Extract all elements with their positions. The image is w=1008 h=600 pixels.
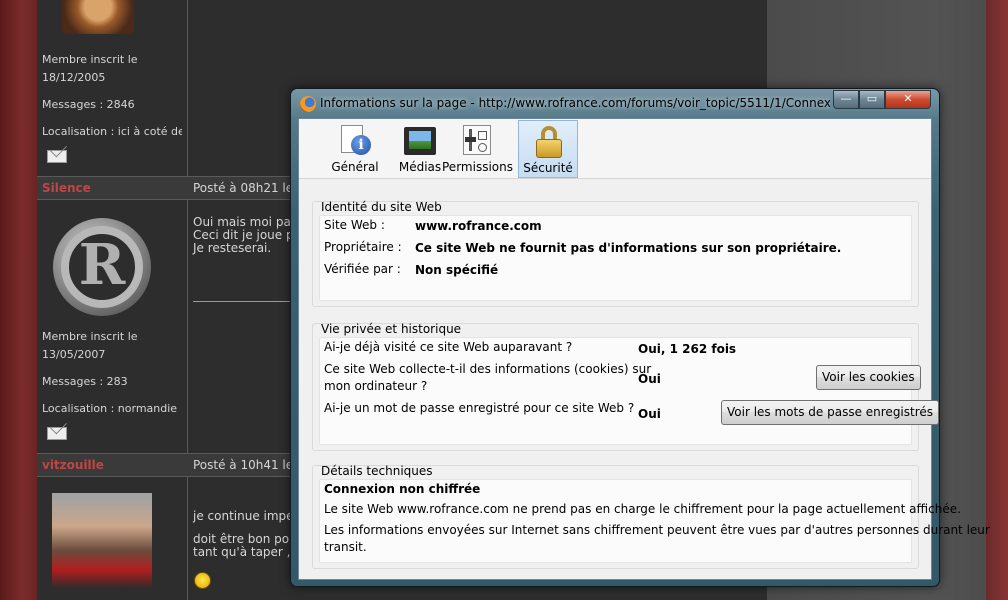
cookies-question: Ce site Web collecte-t-il des informatio… (324, 362, 652, 376)
verified-value: Non spécifié (415, 263, 499, 277)
site-label: Site Web : (324, 218, 385, 232)
tab-permissions[interactable]: Permissions (442, 120, 513, 178)
technical-group: Détails techniques Connexion non chiffré… (312, 464, 990, 569)
member-since-date: 18/12/2005 (42, 71, 106, 84)
tab-label: Sécurité (523, 161, 573, 175)
group-title: Détails techniques (321, 464, 433, 478)
mail-icon[interactable] (47, 150, 67, 163)
dialog-client-area: i Général Médias Permissions Sécurité Id… (298, 118, 990, 580)
post-body-line: tant qu'à taper , (193, 545, 291, 559)
avatar (62, 0, 134, 34)
member-since-label: Membre inscrit le (42, 53, 138, 66)
visited-question: Ai-je déjà visité ce site Web auparavant… (324, 340, 573, 354)
close-button[interactable]: ✕ (885, 90, 931, 109)
tab-label: Général (331, 160, 379, 174)
avatar: R (53, 218, 151, 316)
tab-general[interactable]: i Général (322, 120, 388, 178)
password-question: Ai-je un mot de passe enregistré pour ce… (324, 401, 635, 415)
password-answer: Oui (638, 407, 661, 421)
post-date: Posté à 08h21 le (193, 181, 294, 195)
column-divider (187, 0, 188, 600)
transit-note-cont: transit. (324, 540, 367, 554)
owner-value: Ce site Web ne fournit pas d'information… (415, 241, 842, 255)
maximize-button[interactable]: ▭ (859, 90, 885, 109)
owner-label: Propriétaire : (324, 240, 402, 254)
encryption-note: Le site Web www.rofrance.com ne prend pa… (324, 502, 961, 516)
cookies-answer: Oui (638, 372, 661, 386)
location: Localisation : normandie (42, 402, 178, 415)
post-date: Posté à 10h41 le (193, 458, 294, 472)
post-author[interactable]: Silence (42, 181, 91, 195)
avatar (52, 493, 152, 589)
info-icon: i (339, 125, 371, 157)
tab-label: Permissions (442, 160, 513, 174)
group-title: Identité du site Web (321, 200, 442, 214)
view-passwords-button[interactable]: Voir les mots de passe enregistrés (721, 400, 940, 425)
cookies-question-cont: mon ordinateur ? (324, 379, 428, 393)
member-since-label: Membre inscrit le (42, 330, 138, 343)
site-value: www.rofrance.com (415, 219, 542, 233)
minimize-button[interactable]: — (833, 90, 859, 109)
page-info-window: Informations sur la page - http://www.ro… (290, 88, 990, 587)
identity-group: Identité du site Web Site Web : www.rofr… (312, 200, 919, 307)
tab-security[interactable]: Sécurité (518, 120, 578, 178)
tab-toolbar: i Général Médias Permissions Sécurité (299, 119, 931, 179)
window-title: Informations sur la page - http://www.ro… (320, 96, 830, 110)
desktop-left-edge (0, 0, 37, 600)
location: Localisation : ici à coté de la (42, 125, 182, 138)
signature-divider (193, 301, 293, 302)
post-body-line: je continue impe (193, 509, 294, 523)
permissions-icon (461, 125, 493, 157)
verified-label: Vérifiée par : (324, 262, 401, 276)
lock-icon (533, 126, 565, 158)
member-since-date: 13/05/2007 (42, 348, 106, 361)
post-body-line: Je resteserai. (193, 241, 272, 255)
connection-status: Connexion non chiffrée (324, 482, 481, 496)
message-count: Messages : 2846 (42, 98, 135, 111)
view-cookies-button[interactable]: Voir les cookies (816, 365, 921, 390)
privacy-group: Vie privée et historique Ai-je déjà visi… (312, 322, 940, 451)
transit-note: Les informations envoyées sur Internet s… (324, 523, 990, 537)
mail-icon[interactable] (47, 427, 67, 440)
media-icon (404, 125, 436, 157)
smiley-icon (194, 572, 211, 589)
group-title: Vie privée et historique (321, 322, 462, 336)
firefox-icon[interactable] (300, 96, 316, 112)
post-author[interactable]: vitzouille (42, 458, 104, 472)
visited-answer: Oui, 1 262 fois (638, 342, 737, 356)
message-count: Messages : 283 (42, 375, 128, 388)
